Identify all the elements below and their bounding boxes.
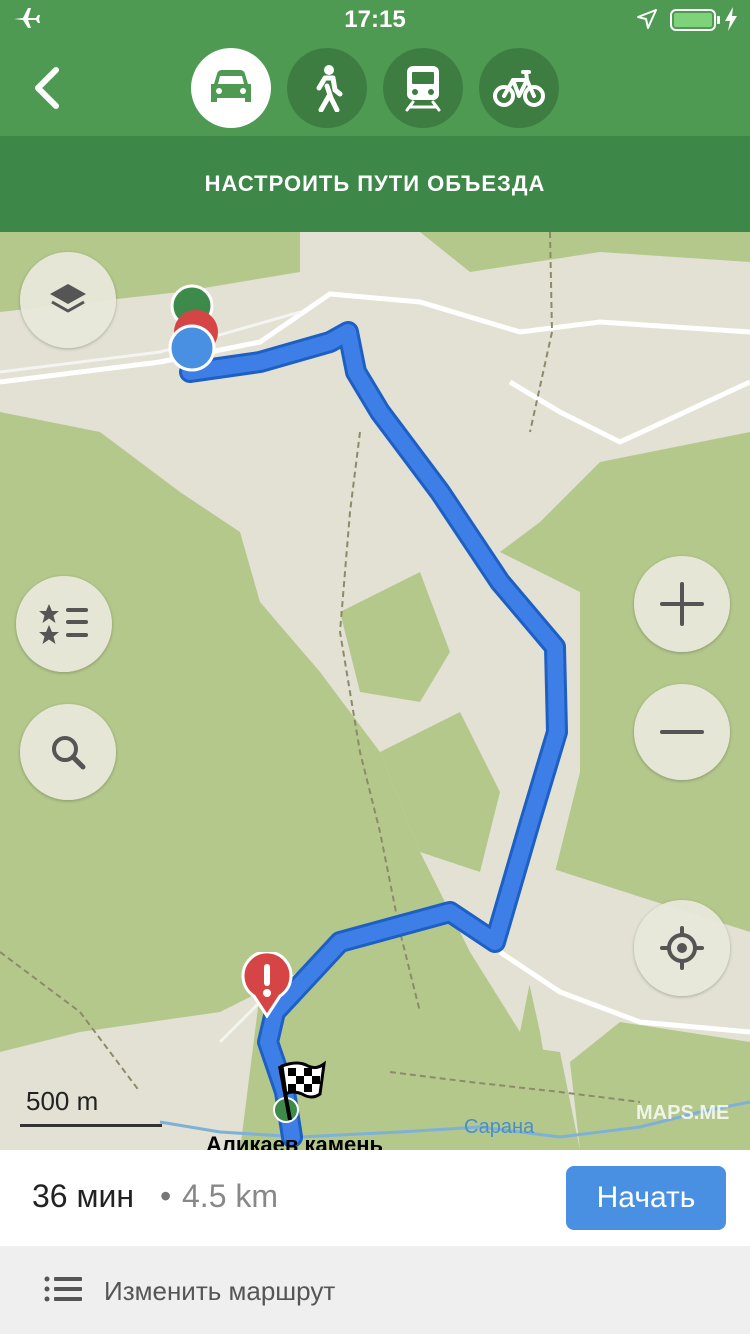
scale-line [20,1124,162,1127]
route-time: 36 мин [32,1178,135,1214]
car-mode-button[interactable] [191,48,271,128]
destination-label: Аликаев камень [206,1132,384,1150]
zoom-out-button[interactable] [634,684,730,780]
search-icon [52,736,86,770]
search-button[interactable] [20,704,116,800]
crosshair-icon [660,926,704,970]
zoom-in-button[interactable] [634,556,730,652]
avoid-settings-button[interactable]: НАСТРОИТЬ ПУТИ ОБЪЕЗДА [0,136,750,232]
pedestrian-icon [316,65,343,112]
minus-icon [660,730,704,734]
status-bar: 17:15 [0,0,750,40]
edit-route-label: Изменить маршрут [104,1276,336,1306]
map-canvas [0,232,750,1150]
car-icon [211,70,251,102]
charging-bolt-icon [725,7,737,31]
walk-mode-button[interactable] [287,48,367,128]
my-location-button[interactable] [634,900,730,996]
scale-label: 500 m [26,1086,99,1116]
star-list-icon [39,604,88,644]
map-view[interactable]: 500 m MAPS.ME Сарана Аликаев камень [0,232,750,1150]
plus-icon [660,582,704,626]
start-marker[interactable] [164,284,224,374]
start-button[interactable]: Начать [566,1166,726,1230]
location-arrow-icon [637,9,657,29]
river-label: Сарана [464,1116,535,1138]
bicycle-icon [493,70,545,107]
edit-route-button[interactable]: Изменить маршрут [0,1246,750,1334]
summary-separator: • [160,1178,172,1214]
list-icon [44,1276,82,1302]
transit-mode-button[interactable] [383,48,463,128]
bike-mode-button[interactable] [479,48,559,128]
layers-icon [50,284,86,313]
bookmarks-button[interactable] [16,576,112,672]
route-summary: 36 мин • 4.5 km Начать [0,1150,750,1246]
route-mode-bar [0,40,750,136]
train-icon [405,66,441,112]
finish-flag-marker[interactable] [264,1058,328,1124]
layers-button[interactable] [20,252,116,348]
mapsme-watermark: MAPS.ME [636,1102,730,1124]
scale-bar: 500 m [20,1086,162,1127]
warning-marker[interactable] [240,952,294,1018]
battery-icon [670,9,720,31]
chevron-left-icon [35,67,59,109]
route-distance: 4.5 km [182,1178,279,1214]
back-button[interactable] [26,64,70,112]
